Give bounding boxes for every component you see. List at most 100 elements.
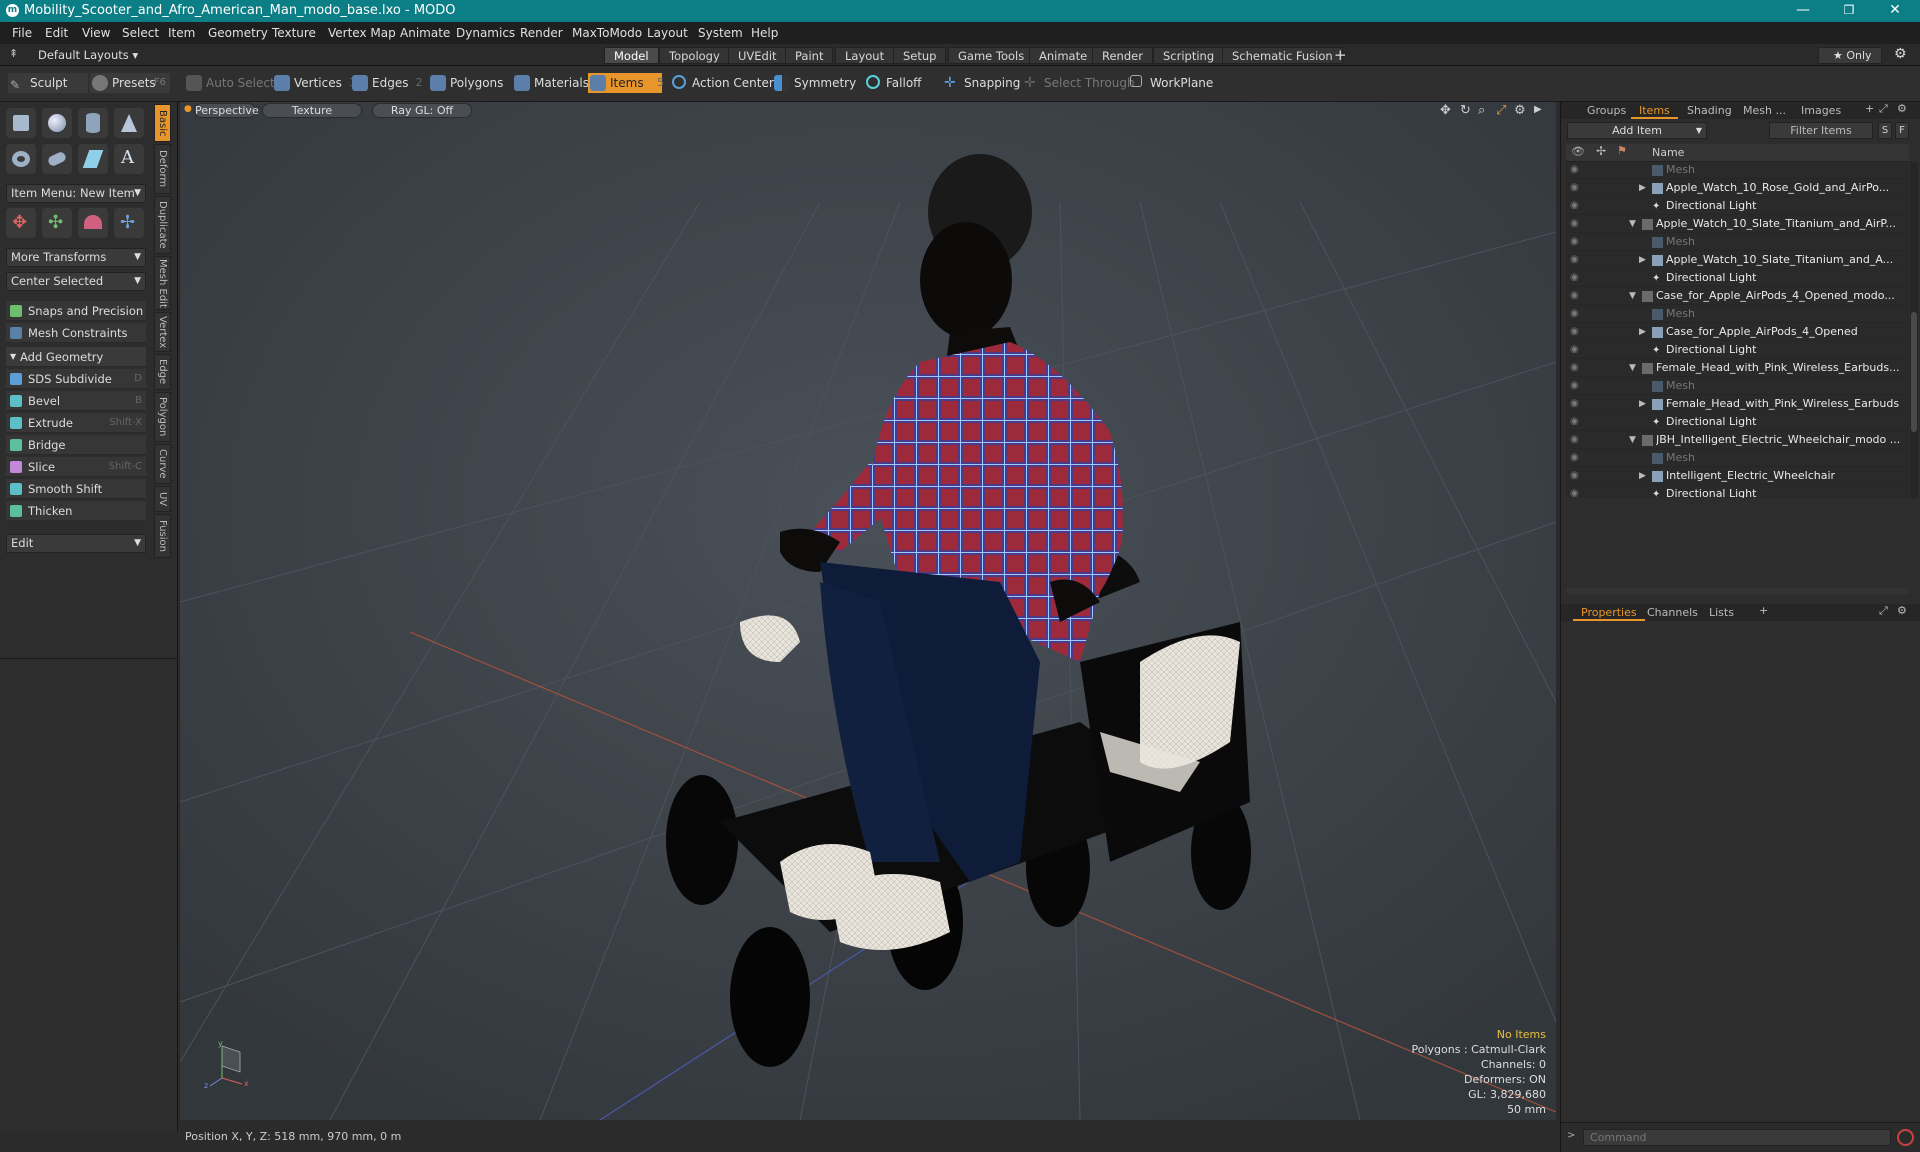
presets-button[interactable]: Presets F6 — [90, 73, 170, 93]
visibility-toggle-icon[interactable]: ◉ — [1570, 417, 1580, 427]
texture-toggle[interactable]: Texture — [262, 103, 362, 118]
auto-select-button[interactable]: Auto Select — [184, 73, 275, 93]
sidetab-mesh-edit[interactable]: Mesh Edit — [154, 256, 171, 310]
list-item[interactable]: ◉ ▶ Apple_Watch_10_Rose_Gold_and_AirPo... — [1566, 179, 1909, 197]
zoom-icon[interactable]: ⌕ — [1478, 103, 1485, 118]
tab-groups[interactable]: Groups — [1579, 102, 1634, 119]
items-button[interactable]: Items 5 — [588, 73, 664, 93]
expand-icon[interactable]: ⤢ — [1879, 102, 1888, 116]
list-item[interactable]: ◉ Mesh — [1566, 305, 1909, 323]
polygons-button[interactable]: Polygons — [428, 73, 503, 93]
visibility-toggle-icon[interactable]: ◉ — [1570, 201, 1580, 211]
capsule-primitive-button[interactable] — [42, 144, 72, 174]
horizontal-scrollbar[interactable] — [1566, 588, 1909, 594]
rotate-tool-button[interactable]: ✣ — [42, 208, 72, 238]
menu-edit[interactable]: Edit — [45, 26, 68, 40]
torus-primitive-button[interactable] — [6, 144, 36, 174]
3d-viewport[interactable]: Perspective Texture Ray GL: Off ● ✥ ↻ ⌕ … — [180, 102, 1556, 1120]
menu-render[interactable]: Render — [520, 26, 563, 40]
thicken-button[interactable]: Thicken — [6, 501, 146, 521]
menu-layout[interactable]: Layout — [647, 26, 688, 40]
tab-setup[interactable]: Setup — [893, 47, 947, 64]
list-item[interactable]: ◉ Mesh — [1566, 162, 1909, 179]
name-column-header[interactable]: Name — [1652, 146, 1684, 159]
raygl-toggle[interactable]: Ray GL: Off — [372, 103, 472, 118]
type-column-icon[interactable]: ⚑ — [1617, 144, 1627, 157]
sidetab-deform[interactable]: Deform — [154, 144, 171, 194]
list-item[interactable]: ◉ ▶ Apple_Watch_10_Slate_Titanium_and_A... — [1566, 251, 1909, 269]
visibility-toggle-icon[interactable]: ◉ — [1570, 237, 1580, 247]
menu-animate[interactable]: Animate — [400, 26, 450, 40]
sidetab-polygon[interactable]: Polygon — [154, 392, 171, 442]
expand-right-icon[interactable]: ▶ — [1639, 179, 1646, 197]
s-filter-button[interactable]: S — [1878, 122, 1892, 139]
sds-subdivide-button[interactable]: SDS Subdivide D — [6, 369, 146, 389]
visibility-toggle-icon[interactable]: ◉ — [1570, 327, 1580, 337]
falloff-button[interactable]: Falloff — [864, 73, 921, 93]
scale-tool-button[interactable] — [78, 208, 108, 238]
tab-schematic-fusion[interactable]: Schematic Fusion — [1222, 47, 1343, 64]
pen-tool-button[interactable] — [78, 144, 108, 174]
smooth-shift-button[interactable]: Smooth Shift — [6, 479, 146, 499]
sidetab-basic[interactable]: Basic — [154, 104, 171, 142]
maximize-view-icon[interactable]: ⤢ — [1496, 103, 1506, 118]
cube-primitive-button[interactable] — [6, 108, 36, 138]
expand-right-icon[interactable]: ▶ — [1639, 251, 1646, 269]
list-item[interactable]: ◉ ▼ Apple_Watch_10_Slate_Titanium_and_AirP… — [1566, 215, 1909, 233]
layout-selector[interactable]: Default Layouts ▾ — [38, 48, 138, 62]
edit-dropdown[interactable]: Edit ▼ — [6, 534, 146, 553]
list-item[interactable]: ◉ ▼ JBH_Intelligent_Electric_Wheelchair_mo… — [1566, 431, 1909, 449]
mesh-constraints-button[interactable]: Mesh Constraints — [6, 323, 146, 343]
list-item[interactable]: ◉ ▼ Female_Head_with_Pink_Wireless_Earbuds… — [1566, 359, 1909, 377]
sidetab-curve[interactable]: Curve — [154, 444, 171, 484]
visibility-toggle-icon[interactable]: ◉ — [1570, 489, 1580, 499]
add-geometry-header[interactable]: ▼ Add Geometry — [6, 347, 146, 367]
visibility-toggle-icon[interactable]: ◉ — [1570, 453, 1580, 463]
tab-scripting[interactable]: Scripting — [1153, 47, 1225, 64]
menu-geometry[interactable]: Geometry — [208, 26, 268, 40]
visibility-toggle-icon[interactable]: ◉ — [1570, 471, 1580, 481]
add-tab-icon[interactable]: + — [1334, 46, 1347, 64]
expand-down-icon[interactable]: ▼ — [1629, 431, 1636, 449]
list-item[interactable]: ◉ Mesh — [1566, 233, 1909, 251]
vertices-button[interactable]: Vertices1 — [272, 73, 356, 93]
visibility-toggle-icon[interactable]: ◉ — [1570, 399, 1580, 409]
list-item[interactable]: ◉ Mesh — [1566, 449, 1909, 467]
menu-vertex-map[interactable]: Vertex Map — [328, 26, 396, 40]
rotate-view-icon[interactable]: ↻ — [1460, 103, 1471, 118]
menu-file[interactable]: File — [12, 26, 32, 40]
expand-right-icon[interactable]: ▶ — [1639, 467, 1646, 485]
cylinder-primitive-button[interactable] — [78, 108, 108, 138]
tab-images[interactable]: Images — [1793, 102, 1849, 119]
add-tab-icon[interactable]: + — [1759, 604, 1768, 617]
visibility-toggle-icon[interactable]: ◉ — [1570, 165, 1580, 175]
tab-topology[interactable]: Topology — [659, 47, 730, 64]
add-tab-icon[interactable]: + — [1865, 102, 1874, 115]
edges-button[interactable]: Edges 2 — [350, 73, 422, 93]
visibility-toggle-icon[interactable]: ◉ — [1570, 219, 1580, 229]
visibility-icon[interactable]: 👁 — [1571, 145, 1585, 158]
menu-help[interactable]: Help — [751, 26, 778, 40]
list-item[interactable]: ◉ ✦ Directional Light — [1566, 413, 1909, 431]
extrude-button[interactable]: Extrude Shift-X — [6, 413, 146, 433]
visibility-toggle-icon[interactable]: ◉ — [1570, 381, 1580, 391]
lock-column-icon[interactable]: ✢ — [1596, 144, 1606, 158]
gear-icon[interactable]: ⚙ — [1897, 102, 1907, 115]
symmetry-button[interactable]: Symmetry — [772, 73, 856, 93]
sidetab-vertex[interactable]: Vertex — [154, 312, 171, 352]
tab-layout[interactable]: Layout — [835, 47, 895, 64]
tab-mesh[interactable]: Mesh ... — [1735, 102, 1794, 119]
list-item[interactable]: ◉ ▶ Female_Head_with_Pink_Wireless_Earbuds — [1566, 395, 1909, 413]
list-item[interactable]: ◉ ▶ Intelligent_Electric_Wheelchair — [1566, 467, 1909, 485]
action-center-button[interactable]: Action Center — [670, 73, 774, 93]
menu-item[interactable]: Item — [168, 26, 195, 40]
tab-items[interactable]: Items — [1631, 102, 1678, 119]
list-item[interactable]: ◉ ✦ Directional Light — [1566, 269, 1909, 287]
visibility-toggle-icon[interactable]: ◉ — [1570, 345, 1580, 355]
menu-select[interactable]: Select — [122, 26, 159, 40]
list-scrollbar[interactable] — [1910, 162, 1918, 498]
bridge-button[interactable]: Bridge — [6, 435, 146, 455]
tab-properties[interactable]: Properties — [1573, 604, 1645, 621]
snaps-precision-button[interactable]: Snaps and Precision — [6, 301, 146, 321]
expand-down-icon[interactable]: ▼ — [1629, 287, 1636, 305]
